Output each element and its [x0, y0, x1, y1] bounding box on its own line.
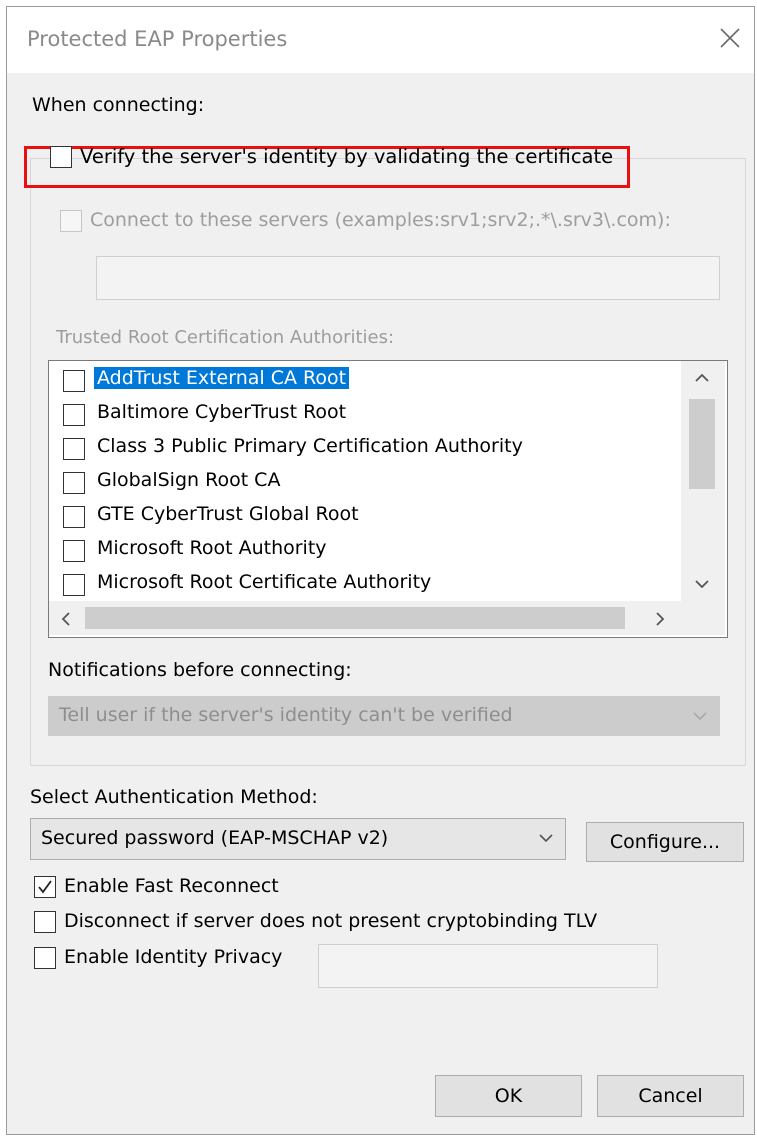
ca-item-label: Microsoft Root Authority [97, 537, 327, 559]
ca-checkbox[interactable] [63, 370, 85, 392]
chevron-down-icon [539, 834, 553, 843]
ca-item-label: GlobalSign Root CA [97, 469, 281, 491]
fast-reconnect-label: Enable Fast Reconnect [64, 875, 279, 897]
checkmark-icon [38, 880, 52, 894]
configure-button[interactable]: Configure... [586, 822, 744, 862]
scroll-left-icon[interactable] [59, 610, 73, 628]
scroll-down-icon[interactable] [693, 577, 711, 591]
list-item[interactable]: Class 3 Public Primary Certification Aut… [49, 432, 681, 466]
when-connecting-label: When connecting: [32, 94, 205, 116]
ca-checkbox[interactable] [63, 540, 85, 562]
trusted-ca-listbox[interactable]: AddTrust External CA Root Baltimore Cybe… [48, 360, 728, 638]
notifications-dropdown[interactable]: Tell user if the server's identity can't… [48, 696, 720, 736]
title-bar: Protected EAP Properties [7, 7, 754, 73]
scroll-up-icon[interactable] [693, 371, 711, 385]
vertical-scroll-thumb[interactable] [689, 399, 715, 489]
window-title: Protected EAP Properties [27, 27, 288, 51]
verify-server-label: Verify the server's identity by validati… [80, 145, 614, 168]
ca-item-label: Baltimore CyberTrust Root [97, 401, 347, 423]
horizontal-scrollbar[interactable] [49, 601, 725, 635]
connect-servers-label: Connect to these servers (examples:srv1;… [90, 209, 671, 231]
list-item[interactable]: Microsoft Root Certificate Authority [49, 568, 681, 602]
horizontal-scroll-thumb[interactable] [85, 607, 625, 629]
identity-privacy-input[interactable] [318, 944, 658, 988]
fast-reconnect-checkbox[interactable] [34, 876, 56, 898]
ca-checkbox[interactable] [63, 472, 85, 494]
identity-privacy-label: Enable Identity Privacy [64, 946, 283, 968]
cryptobinding-checkbox[interactable] [34, 911, 56, 933]
cryptobinding-label: Disconnect if server does not present cr… [64, 910, 598, 932]
ca-checkbox[interactable] [63, 438, 85, 460]
ok-button[interactable]: OK [435, 1075, 582, 1117]
notifications-label: Notifications before connecting: [48, 659, 352, 681]
list-item[interactable]: AddTrust External CA Root [49, 364, 681, 398]
identity-privacy-checkbox[interactable] [34, 947, 56, 969]
vertical-scrollbar[interactable] [681, 361, 725, 601]
notifications-selected: Tell user if the server's identity can't… [59, 704, 513, 726]
connect-servers-checkbox[interactable] [60, 210, 82, 232]
close-icon[interactable] [717, 25, 743, 51]
list-item[interactable]: GlobalSign Root CA [49, 466, 681, 500]
chevron-down-icon [693, 712, 707, 721]
ca-checkbox[interactable] [63, 506, 85, 528]
verify-server-checkbox[interactable] [50, 146, 72, 168]
ca-checkbox[interactable] [63, 404, 85, 426]
ca-item-label: AddTrust External CA Root [94, 367, 350, 389]
auth-method-dropdown[interactable]: Secured password (EAP-MSCHAP v2) [30, 818, 566, 860]
ca-item-label: Microsoft Root Certificate Authority [97, 571, 432, 593]
ca-checkbox[interactable] [63, 574, 85, 596]
list-item[interactable]: GTE CyberTrust Global Root [49, 500, 681, 534]
ca-item-label: Class 3 Public Primary Certification Aut… [97, 435, 523, 457]
list-item[interactable]: Microsoft Root Authority [49, 534, 681, 568]
auth-method-label: Select Authentication Method: [30, 786, 318, 808]
scroll-right-icon[interactable] [653, 610, 667, 628]
ca-item-label: GTE CyberTrust Global Root [97, 503, 359, 525]
servers-input[interactable] [96, 256, 720, 300]
cancel-button[interactable]: Cancel [597, 1075, 744, 1117]
list-item[interactable]: Baltimore CyberTrust Root [49, 398, 681, 432]
auth-method-selected: Secured password (EAP-MSCHAP v2) [41, 827, 389, 849]
trusted-ca-label: Trusted Root Certification Authorities: [56, 327, 395, 348]
